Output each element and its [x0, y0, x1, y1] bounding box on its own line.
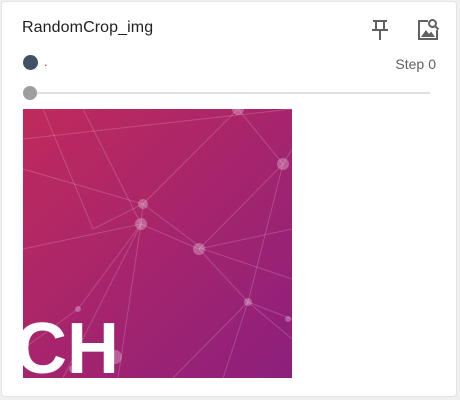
pin-button[interactable]: [366, 16, 394, 44]
expand-image-button[interactable]: [414, 16, 442, 44]
image-overlay-text: CH: [23, 309, 119, 378]
run-name: .: [44, 54, 48, 69]
step-value: 0: [428, 56, 436, 72]
step-label: Step: [395, 56, 425, 72]
image-card: RandomCrop_img . Step 0 CH: [1, 1, 457, 397]
step-slider-thumb[interactable]: [23, 86, 37, 100]
sample-image: CH: [23, 109, 292, 378]
image-search-icon: [418, 19, 440, 40]
step-indicator: Step 0: [395, 56, 436, 72]
run-color-dot: [23, 55, 38, 70]
step-slider-track[interactable]: [28, 92, 430, 94]
pin-icon: [372, 20, 388, 40]
card-title: RandomCrop_img: [22, 19, 154, 36]
